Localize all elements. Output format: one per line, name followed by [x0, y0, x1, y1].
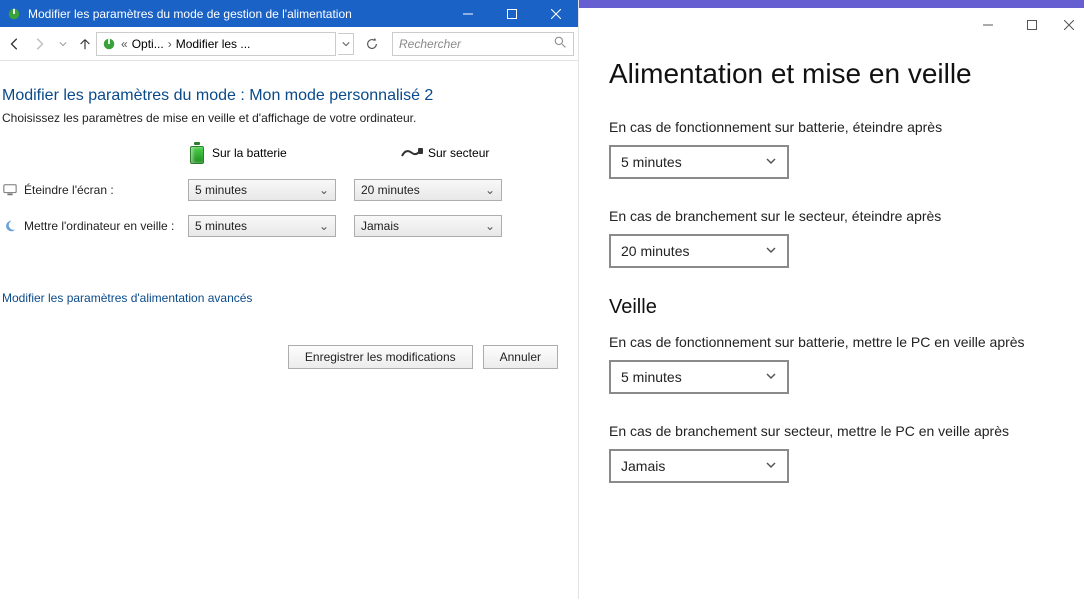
plugged-column-label: Sur secteur [428, 146, 489, 160]
chevron-down-icon: ⌄ [483, 183, 497, 197]
sleep-ac-label: En cas de branchement sur secteur, mettr… [609, 422, 1039, 441]
close-button[interactable] [534, 0, 578, 27]
settings-window-controls [966, 10, 1084, 40]
content-area: Modifier les paramètres du mode : Mon mo… [0, 61, 578, 369]
monitor-icon [2, 182, 18, 198]
page-subtitle: Choisissez les paramètres de mise en vei… [2, 111, 570, 125]
chevron-down-icon: ⌄ [483, 219, 497, 233]
screen-off-battery-select[interactable]: 5 minutes ⌄ [188, 179, 336, 201]
breadcrumb-history-button[interactable] [338, 33, 354, 55]
page-title: Modifier les paramètres du mode : Mon mo… [2, 87, 570, 105]
sleep-label: Mettre l'ordinateur en veille : [0, 218, 188, 234]
columns-header: Sur la batterie Sur secteur [190, 139, 570, 167]
sleep-row: Mettre l'ordinateur en veille : 5 minute… [0, 213, 570, 239]
window-title: Modifier les paramètres du mode de gesti… [28, 7, 446, 21]
settings-window: Alimentation et mise en veille En cas de… [579, 0, 1084, 599]
battery-column-header: Sur la batterie [190, 142, 340, 164]
moon-icon [2, 218, 18, 234]
screen-off-plugged-select[interactable]: 20 minutes ⌄ [354, 179, 502, 201]
window-controls [446, 0, 578, 27]
chevron-down-icon [765, 154, 777, 170]
screen-off-label: Éteindre l'écran : [0, 182, 188, 198]
settings-accent-bar [579, 0, 1084, 8]
maximize-button[interactable] [490, 0, 534, 27]
chevron-down-icon: ⌄ [317, 219, 331, 233]
sleep-battery-select[interactable]: 5 minutes [609, 360, 789, 394]
sleep-battery-select[interactable]: 5 minutes ⌄ [188, 215, 336, 237]
screen-ac-label: En cas de branchement sur le secteur, ét… [609, 207, 1039, 226]
sleep-battery-label: En cas de fonctionnement sur batterie, m… [609, 333, 1039, 352]
button-row: Enregistrer les modifications Annuler [0, 305, 570, 369]
search-input[interactable] [392, 32, 574, 56]
chevron-down-icon [765, 458, 777, 474]
cancel-button[interactable]: Annuler [483, 345, 558, 369]
sleep-section-heading: Veille [609, 296, 1064, 319]
sleep-ac-select[interactable]: Jamais [609, 449, 789, 483]
chevron-right-icon: › [168, 37, 172, 51]
up-button[interactable] [76, 33, 94, 55]
recent-dropdown[interactable] [52, 33, 74, 55]
breadcrumb[interactable]: « Opti... › Modifier les ... [96, 32, 336, 56]
refresh-button[interactable] [362, 32, 382, 56]
screen-ac-select[interactable]: 20 minutes [609, 234, 789, 268]
minimize-button[interactable] [966, 10, 1010, 40]
settings-content: Alimentation et mise en veille En cas de… [579, 8, 1084, 511]
chevron-down-icon [765, 243, 777, 259]
plug-icon [400, 146, 422, 160]
chevron-down-icon [765, 369, 777, 385]
close-button[interactable] [1054, 10, 1084, 40]
minimize-button[interactable] [446, 0, 490, 27]
navbar: « Opti... › Modifier les ... [0, 27, 578, 61]
power-options-icon [101, 36, 117, 52]
screen-battery-select[interactable]: 5 minutes [609, 145, 789, 179]
forward-button[interactable] [28, 33, 50, 55]
control-panel-window: Modifier les paramètres du mode de gesti… [0, 0, 579, 599]
maximize-button[interactable] [1010, 10, 1054, 40]
sleep-plugged-select[interactable]: Jamais ⌄ [354, 215, 502, 237]
back-button[interactable] [4, 33, 26, 55]
breadcrumb-segment[interactable]: Opti... [132, 37, 164, 51]
power-options-icon [6, 6, 22, 22]
titlebar[interactable]: Modifier les paramètres du mode de gesti… [0, 0, 578, 27]
search-icon [554, 36, 567, 52]
screen-battery-label: En cas de fonctionnement sur batterie, é… [609, 118, 1039, 137]
save-button[interactable]: Enregistrer les modifications [288, 345, 473, 369]
plugged-column-header: Sur secteur [400, 146, 550, 160]
chevron-left-icon: « [121, 37, 128, 51]
battery-column-label: Sur la batterie [212, 146, 287, 160]
breadcrumb-segment[interactable]: Modifier les ... [176, 37, 251, 51]
advanced-settings-link[interactable]: Modifier les paramètres d'alimentation a… [2, 291, 252, 305]
screen-off-row: Éteindre l'écran : 5 minutes ⌄ 20 minute… [0, 177, 570, 203]
settings-title: Alimentation et mise en veille [609, 58, 1064, 90]
chevron-down-icon: ⌄ [317, 183, 331, 197]
search-field[interactable] [399, 37, 554, 51]
battery-icon [190, 142, 206, 164]
